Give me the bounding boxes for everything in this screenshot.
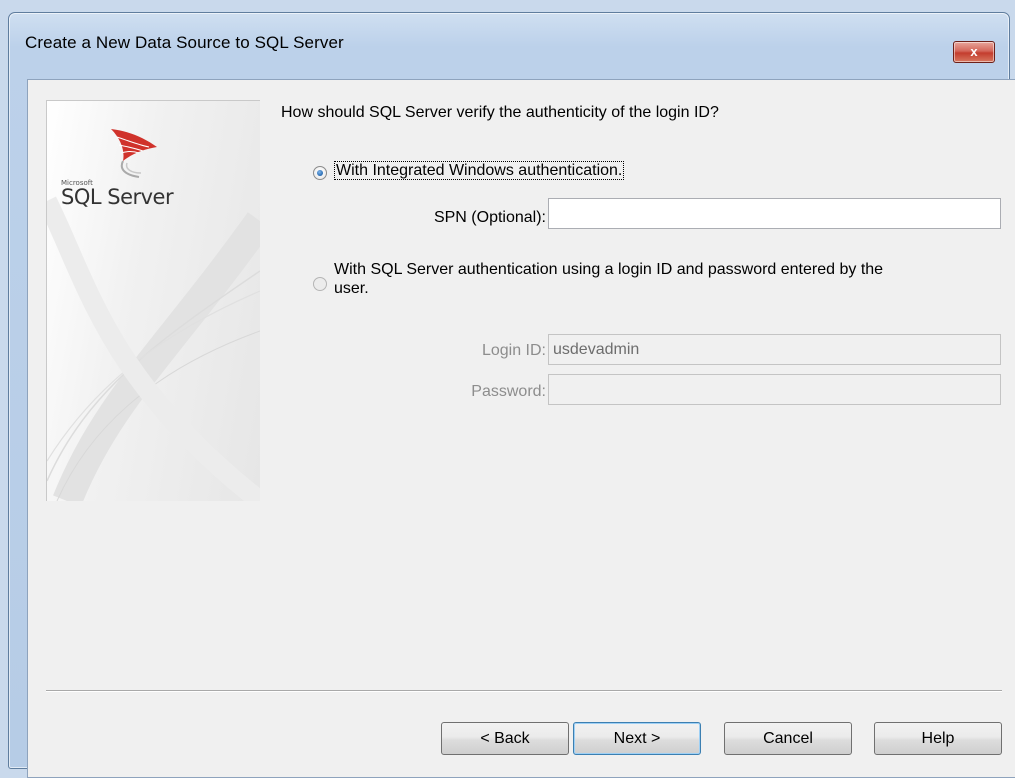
close-icon: x bbox=[970, 44, 978, 59]
password-label: Password: bbox=[471, 383, 546, 400]
password-input[interactable] bbox=[548, 374, 1001, 405]
close-button[interactable]: x bbox=[953, 41, 995, 63]
windows-auth-radio[interactable] bbox=[313, 166, 327, 180]
dialog-client-area: Microsoft SQL Server How should SQL Serv… bbox=[27, 79, 1015, 778]
sql-auth-label-line1: With SQL Server authentication using a l… bbox=[334, 261, 884, 278]
button-separator bbox=[46, 690, 1002, 692]
spn-input[interactable] bbox=[548, 198, 1001, 229]
sql-server-banner: Microsoft SQL Server bbox=[46, 100, 260, 501]
dialog-window: Create a New Data Source to SQL Server x… bbox=[8, 12, 1015, 778]
windows-auth-label: With Integrated Windows authentication. bbox=[334, 161, 625, 180]
sql-server-label: SQL Server bbox=[61, 185, 174, 209]
auth-question: How should SQL Server verify the authent… bbox=[281, 104, 719, 121]
back-button[interactable]: < Back bbox=[441, 722, 569, 755]
window-title: Create a New Data Source to SQL Server bbox=[25, 33, 344, 52]
sql-auth-option[interactable]: With SQL Server authentication using a l… bbox=[334, 260, 883, 298]
sql-auth-radio[interactable] bbox=[313, 277, 327, 291]
login-id-label: Login ID: bbox=[481, 342, 546, 359]
sql-auth-label-line2: user. bbox=[334, 280, 369, 297]
spn-label: SPN (Optional): bbox=[433, 209, 546, 226]
cancel-button[interactable]: Cancel bbox=[724, 722, 852, 755]
windows-auth-option[interactable]: With Integrated Windows authentication. bbox=[334, 161, 625, 180]
next-button[interactable]: Next > bbox=[573, 722, 701, 755]
sql-server-logo-icon bbox=[111, 129, 157, 178]
login-id-input[interactable] bbox=[548, 334, 1001, 365]
help-button[interactable]: Help bbox=[874, 722, 1002, 755]
